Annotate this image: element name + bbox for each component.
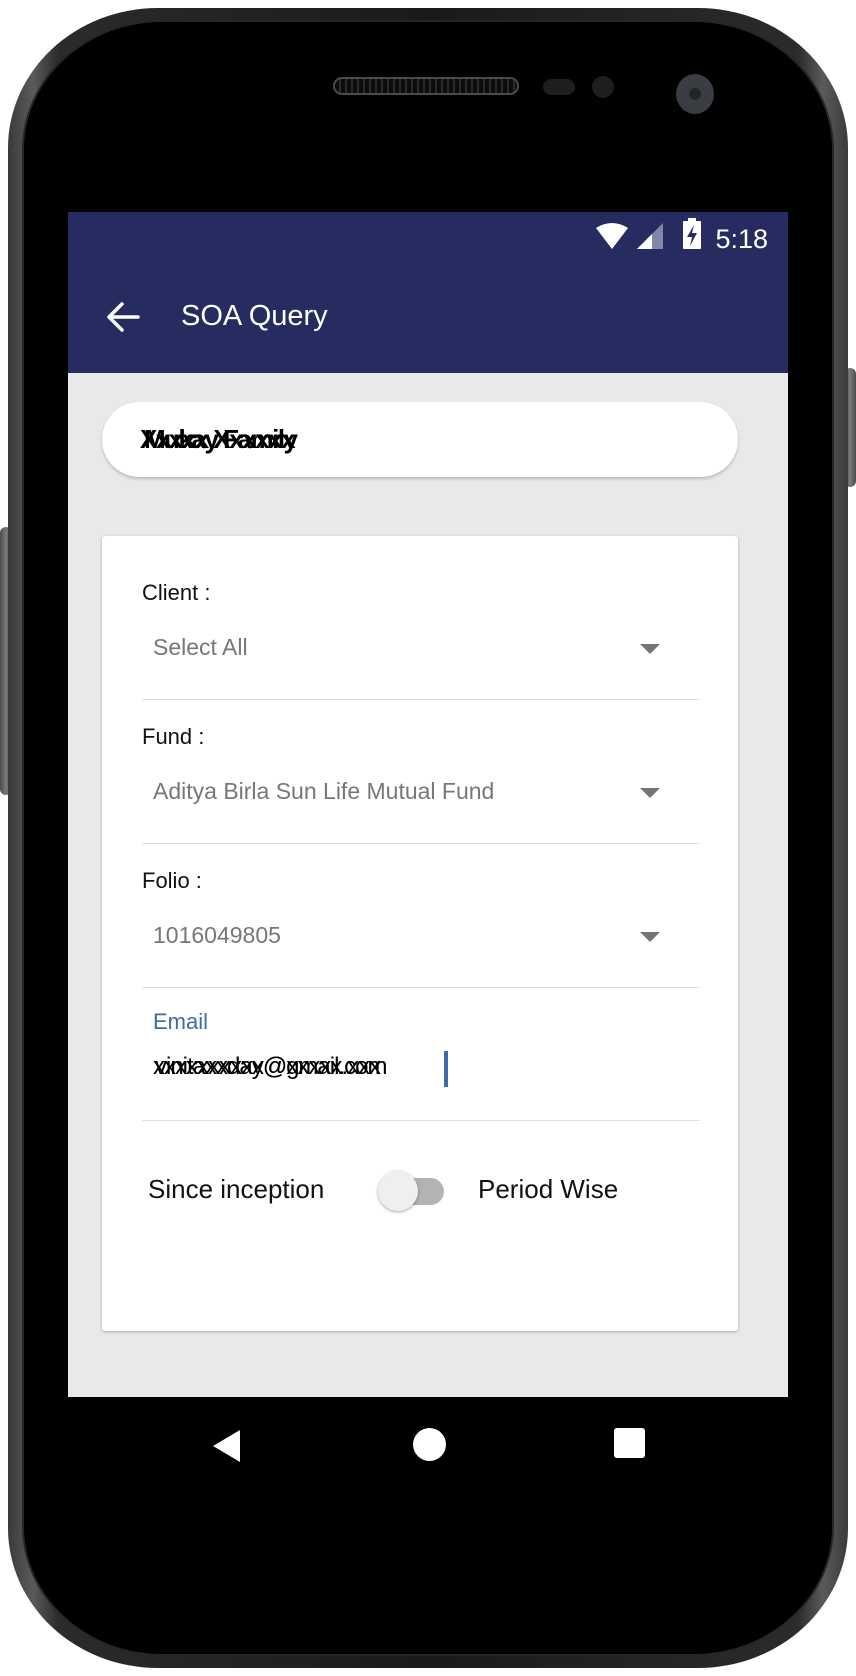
email-value-layer: vinitaxxday@gmail.com: [155, 1053, 387, 1080]
fund-dropdown-value: Aditya Birla Sun Life Mutual Fund: [153, 778, 495, 804]
cellular-signal-icon: [637, 223, 663, 249]
client-dropdown[interactable]: Select All: [142, 618, 700, 674]
nav-back-icon[interactable]: [213, 1430, 240, 1462]
nav-home-icon[interactable]: [413, 1428, 446, 1461]
since-inception-label: Since inception: [148, 1174, 325, 1204]
folio-dropdown-value: 1016049805: [153, 922, 281, 948]
front-camera: [676, 74, 714, 114]
chevron-down-icon: [640, 644, 660, 654]
client-name-layer: Mukay Family: [144, 424, 298, 454]
battery-charging-icon: [683, 218, 701, 249]
query-form-card: Client : Select All Fund : Aditya Birla …: [102, 536, 738, 1493]
client-name-value: Xxxxx Xxxxxx Mukay Family: [140, 424, 310, 456]
status-time: 5:18: [715, 224, 768, 254]
toggle-thumb[interactable]: [378, 1171, 418, 1211]
light-sensor: [592, 76, 614, 98]
screen: 5:18 SOA Query Xxxxx Xxxxxx Mukay Family…: [68, 212, 788, 1493]
client-label: Client :: [142, 580, 211, 605]
fund-label: Fund :: [142, 724, 205, 749]
fund-dropdown[interactable]: Aditya Birla Sun Life Mutual Fund: [142, 762, 700, 818]
proximity-sensor: [543, 79, 575, 95]
email-underline: [142, 1120, 700, 1121]
email-value: xxxxxxxxxx@xxxxx.xxx vinitaxxday@gmail.c…: [153, 1053, 453, 1085]
client-dropdown-value: Select All: [153, 634, 248, 660]
earpiece-speaker: [333, 77, 519, 95]
divider: [142, 699, 700, 700]
page-title: SOA Query: [181, 300, 328, 332]
app-bar: 5:18 SOA Query: [68, 212, 788, 373]
wifi-icon: [596, 223, 628, 249]
chevron-down-icon: [640, 932, 660, 942]
nav-recents-icon[interactable]: [614, 1428, 645, 1458]
client-name-field[interactable]: Xxxxx Xxxxxx Mukay Family: [102, 402, 738, 477]
text-cursor: [444, 1051, 448, 1087]
email-input[interactable]: Email xxxxxxxxxx@xxxxx.xxx vinitaxxday@g…: [102, 996, 738, 1120]
chevron-down-icon: [640, 788, 660, 798]
system-nav-bar: [68, 1397, 788, 1493]
divider: [142, 843, 700, 844]
divider: [142, 987, 700, 988]
period-wise-label: Period Wise: [478, 1174, 619, 1204]
back-arrow-icon[interactable]: [106, 300, 140, 334]
email-label: Email: [153, 1009, 209, 1034]
folio-label: Folio :: [142, 868, 202, 893]
folio-dropdown[interactable]: 1016049805: [142, 906, 700, 962]
